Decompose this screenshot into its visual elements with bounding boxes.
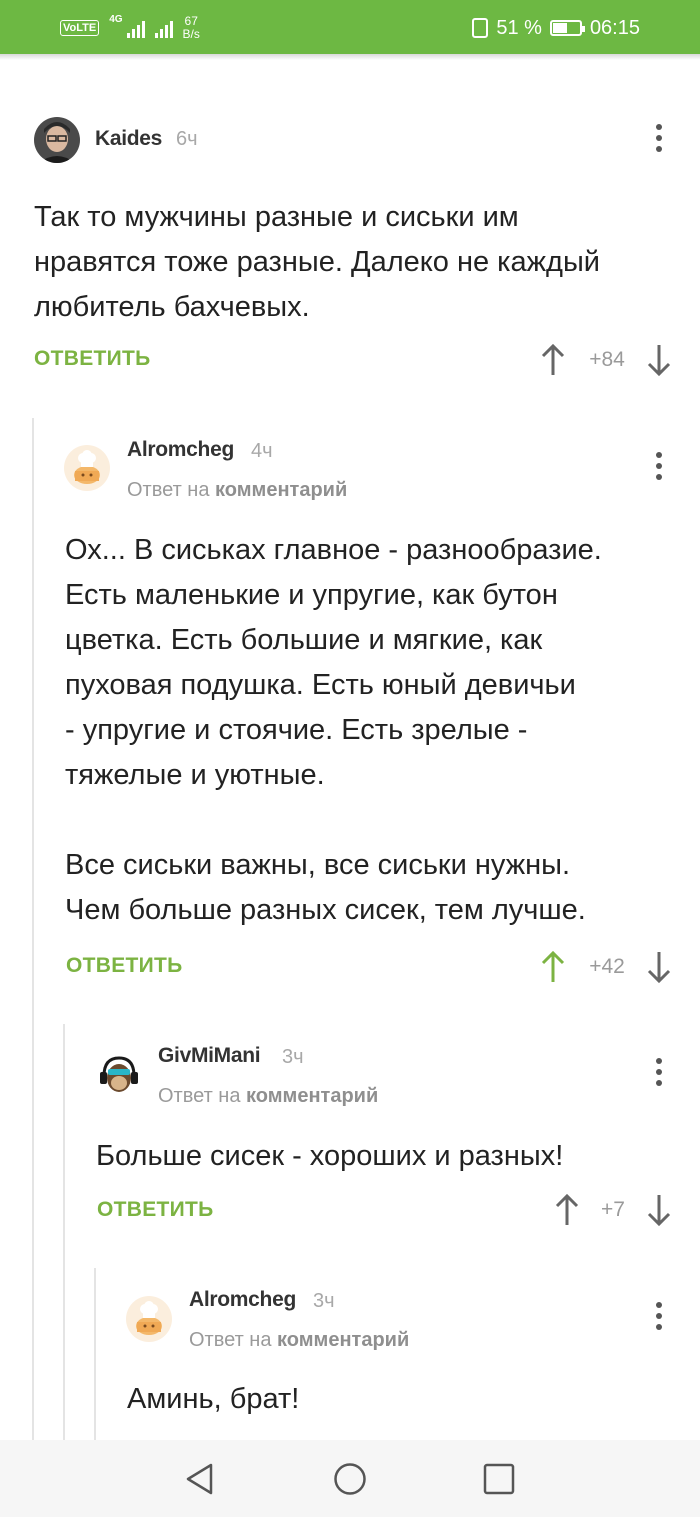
recent-apps-icon[interactable]	[482, 1462, 516, 1496]
avatar[interactable]	[96, 1052, 142, 1098]
downvote-arrow-icon[interactable]	[646, 950, 672, 984]
speed-unit: B/s	[182, 27, 200, 41]
thread-line	[63, 1024, 65, 1448]
volte-indicator: VoLTE	[60, 20, 100, 36]
text-line: любитель бахчевых.	[34, 291, 310, 323]
comment-time: 3ч	[313, 1290, 335, 1312]
reply-button[interactable]: ОТВЕТИТЬ	[97, 1198, 214, 1222]
header-shadow	[0, 54, 700, 60]
avatar[interactable]	[34, 117, 80, 163]
status-right: 51 % 06:15	[472, 14, 640, 42]
text-line: Чем больше разных сисек, тем лучше.	[65, 894, 586, 926]
system-nav-bar	[0, 1440, 700, 1517]
comment-score: +84	[589, 348, 625, 371]
reply-to-prefix: Ответ на	[189, 1329, 272, 1351]
more-options-icon[interactable]	[655, 452, 663, 482]
comment-time: 6ч	[176, 128, 198, 150]
downvote-arrow-icon[interactable]	[646, 1193, 672, 1227]
reply-to-line: Ответ на комментарий	[127, 479, 347, 502]
comment-time: 3ч	[282, 1046, 304, 1068]
comment-author[interactable]: Alromcheg	[127, 438, 234, 462]
text-line: Ох... В сиськах главное - разнообразие.	[65, 534, 602, 566]
comment-text: Больше сисек - хороших и разных!	[96, 1134, 563, 1179]
upvote-arrow-icon[interactable]	[540, 343, 566, 377]
upvote-arrow-icon[interactable]	[540, 950, 566, 984]
thread-line	[94, 1268, 96, 1448]
comment-time: 4ч	[251, 440, 273, 462]
comment-author[interactable]: GivMiMani	[158, 1044, 261, 1068]
comment-author[interactable]: Alromcheg	[189, 1288, 296, 1312]
reply-to-link[interactable]: комментарий	[246, 1085, 378, 1107]
monkey-headphones-avatar-icon	[96, 1052, 142, 1098]
home-icon[interactable]	[333, 1462, 367, 1496]
text-line: тяжелые и уютные.	[65, 759, 325, 791]
status-left: VoLTE 4G 67 B/s	[60, 14, 200, 42]
text-line: - упругие и стоячие. Есть зрелые -	[65, 714, 528, 746]
reply-button[interactable]: ОТВЕТИТЬ	[34, 347, 151, 371]
reply-to-link[interactable]: комментарий	[215, 479, 347, 501]
text-line: Аминь, брат!	[127, 1383, 300, 1415]
vibrate-icon	[472, 18, 489, 38]
more-options-icon[interactable]	[655, 1302, 663, 1332]
comment-score: +7	[601, 1198, 625, 1221]
user-photo-avatar-icon	[34, 117, 80, 163]
battery-percent: 51 %	[496, 16, 542, 39]
reply-to-prefix: Ответ на	[158, 1085, 241, 1107]
comment-score: +42	[589, 955, 625, 978]
text-line: пуховая подушка. Есть юный девичьи	[65, 669, 576, 701]
signal-strength-2-icon	[154, 18, 173, 38]
avatar[interactable]	[126, 1296, 172, 1342]
network-speed: 67 B/s	[183, 15, 200, 41]
comment-text: Аминь, брат!	[127, 1377, 299, 1422]
comment-author[interactable]: Kaides	[95, 127, 162, 151]
text-line: Так то мужчины разные и сиськи им	[34, 201, 519, 233]
reply-to-line: Ответ на комментарий	[189, 1329, 409, 1352]
back-icon[interactable]	[183, 1462, 217, 1496]
downvote-arrow-icon[interactable]	[646, 343, 672, 377]
reply-to-line: Ответ на комментарий	[158, 1085, 378, 1108]
signal-strength-icon	[126, 18, 145, 38]
text-line: нравятся тоже разные. Далеко не каждый	[34, 246, 600, 278]
more-options-icon[interactable]	[655, 124, 663, 154]
comment-text: Так то мужчины разные и сиськи им нравят…	[34, 195, 600, 330]
clock: 06:15	[589, 16, 640, 39]
status-bar: VoLTE 4G 67 B/s 51 % 06:15	[0, 0, 700, 54]
chef-cake-avatar-icon	[126, 1296, 172, 1342]
reply-to-prefix: Ответ на	[127, 479, 210, 501]
avatar[interactable]	[64, 445, 110, 491]
comment-text: Ох... В сиськах главное - разнообразие. …	[65, 528, 602, 933]
text-line: цветка. Есть большие и мягкие, как	[65, 624, 543, 656]
reply-to-link[interactable]: комментарий	[277, 1329, 409, 1351]
text-line	[65, 798, 602, 843]
speed-value: 67	[184, 14, 198, 28]
chef-cake-avatar-icon	[64, 445, 110, 491]
upvote-arrow-icon[interactable]	[554, 1193, 580, 1227]
battery-icon	[549, 20, 585, 36]
more-options-icon[interactable]	[655, 1058, 663, 1088]
thread-line	[32, 418, 34, 1448]
text-line: Все сиськи важны, все сиськи нужны.	[65, 849, 571, 881]
reply-button[interactable]: ОТВЕТИТЬ	[66, 954, 183, 978]
text-line: Больше сисек - хороших и разных!	[96, 1140, 564, 1172]
text-line: Есть маленькие и упругие, как бутон	[65, 579, 558, 611]
network-type: 4G	[109, 14, 123, 25]
